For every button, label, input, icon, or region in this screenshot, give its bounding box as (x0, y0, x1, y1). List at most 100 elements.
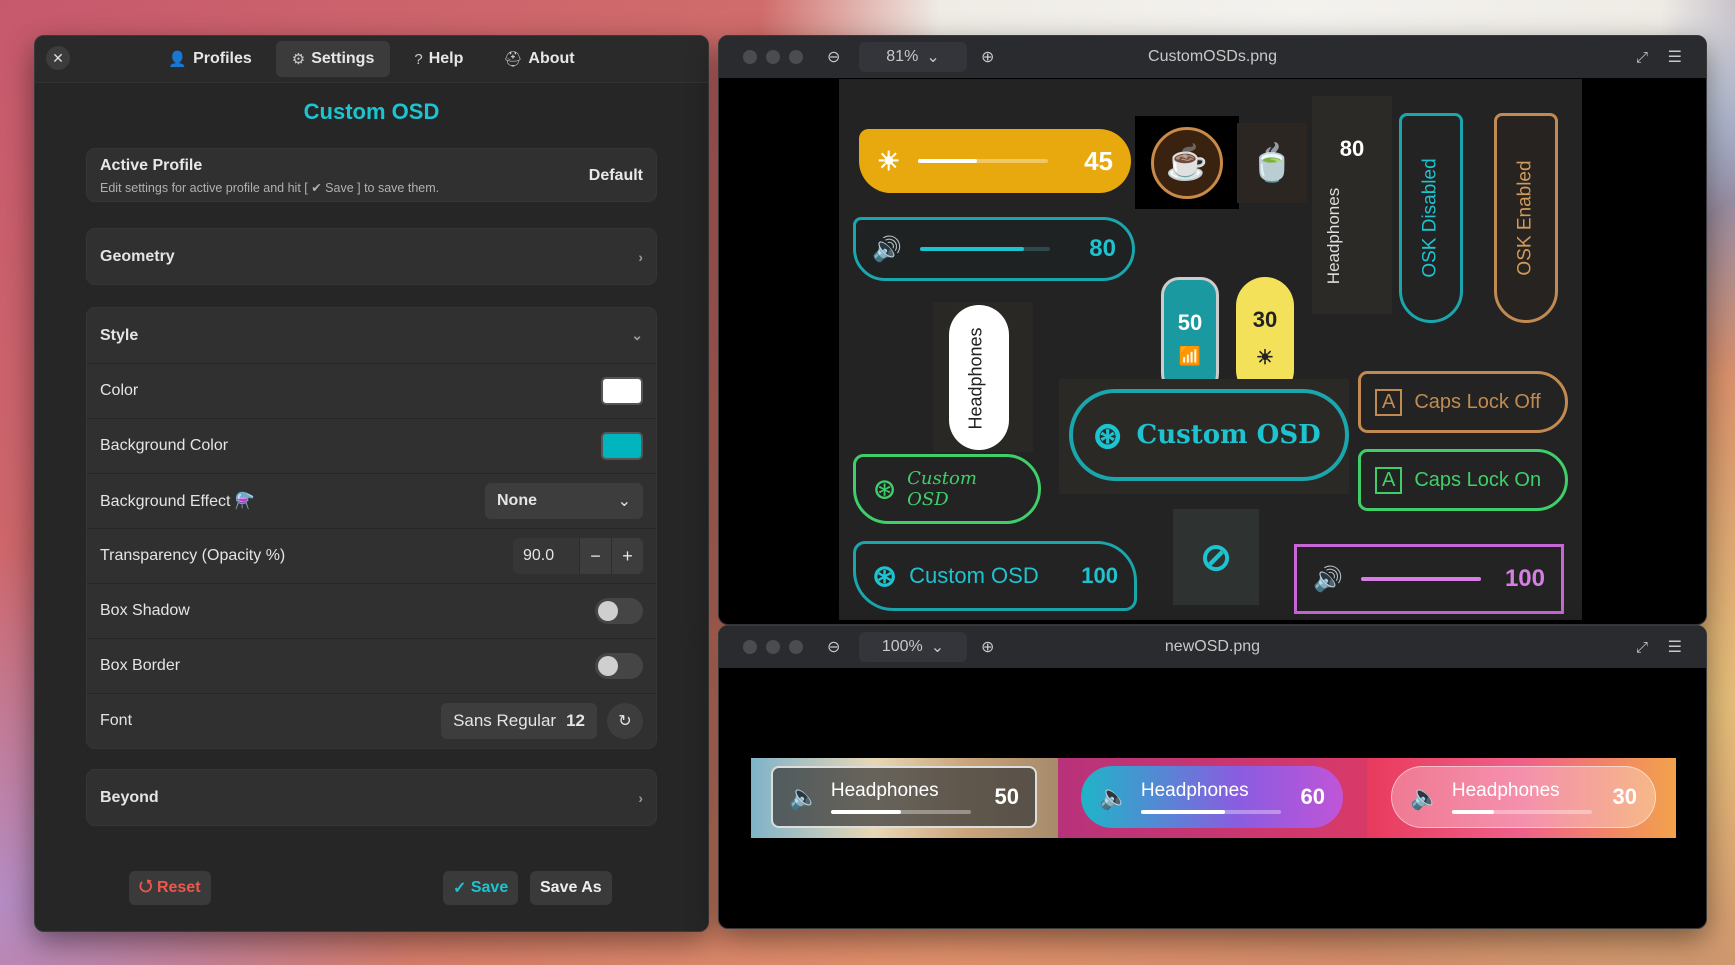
chevron-right-icon: › (638, 789, 643, 806)
style-section: Style ⌄ Color Background Color Background… (86, 307, 657, 749)
color-row: Color (87, 363, 656, 418)
speaker-icon: 🔈 (789, 783, 819, 811)
bg-effect-row: Background Effect ⚗️ None ⌄ (87, 473, 656, 528)
osd-osk-enabled: OSK Enabled (1494, 113, 1558, 323)
osd-custom-script: ⊛ Custom OSD (853, 454, 1041, 524)
active-profile-card: Active Profile Edit settings for active … (86, 148, 657, 202)
page-title: Custom OSD (303, 99, 440, 124)
beyond-header[interactable]: Beyond › (87, 770, 656, 825)
sun-icon: ☀ (877, 145, 901, 176)
close-dot[interactable] (743, 640, 757, 654)
chevron-down-icon: ⌄ (617, 493, 631, 510)
settings-header: ✕ 👤 Profiles ⚙ Settings ? Help ⛑ About (35, 36, 708, 83)
speaker-icon: 🔊 (872, 235, 902, 263)
box-border-row: Box Border (87, 638, 656, 693)
mug-tile: 🍵 (1237, 123, 1307, 203)
wifi-icon: 📶 (1178, 345, 1202, 366)
reset-button[interactable]: ⭯ Reset (129, 871, 211, 905)
tab-profiles[interactable]: 👤 Profiles (152, 41, 267, 77)
transparency-stepper: 90.0− + (513, 538, 643, 574)
box-shadow-row: Box Shadow (87, 583, 656, 638)
bg-color-row: Background Color (87, 418, 656, 473)
profiles-icon: 👤 (168, 51, 188, 68)
chevron-right-icon: › (638, 248, 643, 265)
speaker-icon: 🔈 (1099, 783, 1129, 811)
geometry-section[interactable]: Geometry › (86, 228, 657, 285)
about-icon: ⛑ (503, 51, 523, 68)
reset-font-button[interactable]: ↻ (607, 703, 643, 739)
decrement-button[interactable]: − (579, 538, 611, 574)
active-profile-label: Active Profile (100, 157, 203, 174)
viewer-toolbar: ⊖ 100% ⌄ ⊕ newOSD.png ⤢ ☰ (719, 626, 1706, 668)
caps-icon: A (1375, 388, 1403, 416)
save-button[interactable]: ✓ Save (443, 871, 519, 905)
menu-icon[interactable]: ☰ (1668, 47, 1682, 67)
image-viewer-2: ⊖ 100% ⌄ ⊕ newOSD.png ⤢ ☰ 🔈 Headphones 50… (718, 625, 1707, 929)
viewer-toolbar: ⊖ 81% ⌄ ⊕ CustomOSDs.png ⤢ ☰ (719, 36, 1706, 78)
tab-about[interactable]: ⛑ About (487, 41, 590, 77)
osd-gallery-image: ☀ 45 ☕ 🍵 🔊 80 80 Headphones OSK Disabled… (839, 79, 1582, 620)
zoom-select[interactable]: 100% ⌄ (859, 632, 967, 662)
zoom-out-icon[interactable]: ⊖ (827, 47, 840, 67)
leaf-tile: ⊘ (1173, 509, 1259, 605)
menu-icon[interactable]: ☰ (1668, 637, 1682, 657)
new-osd-strip: 🔈 Headphones 50 🔈 Headphones 60 🔈 Headph… (751, 758, 1676, 838)
expand-icon[interactable]: ⤢ (1636, 49, 1648, 66)
osd-caps-on: A Caps Lock On (1358, 449, 1568, 511)
osd-volume-purple: 🔊 100 (1294, 544, 1564, 614)
new-osd-2: 🔈 Headphones 60 (1081, 766, 1343, 828)
osd-volume: 🔊 80 (853, 217, 1135, 281)
bg-color-swatch[interactable] (601, 432, 643, 460)
new-osd-1: 🔈 Headphones 50 (771, 766, 1037, 828)
check-icon: ✓ (453, 880, 467, 897)
increment-button[interactable]: + (611, 538, 643, 574)
help-icon: ? (414, 50, 423, 68)
tab-help[interactable]: ? Help (398, 41, 479, 77)
tab-settings[interactable]: ⚙ Settings (275, 41, 391, 77)
window-controls (743, 640, 803, 654)
font-button[interactable]: Sans Regular 12 (441, 703, 597, 739)
osd-osk-disabled: OSK Disabled (1399, 113, 1463, 323)
geometry-header[interactable]: Geometry › (87, 229, 656, 284)
speaker-icon: 🔈 (1410, 783, 1440, 811)
logo-icon: ⊛ (872, 471, 898, 507)
close-dot[interactable] (743, 50, 757, 64)
new-osd-3: 🔈 Headphones 30 (1391, 766, 1656, 828)
sun-icon: ☀ (1256, 346, 1274, 369)
box-border-toggle[interactable] (595, 653, 643, 679)
zoom-in-icon[interactable]: ⊕ (981, 47, 994, 67)
osd-custom-small: ⊛ Custom OSD 100 (853, 541, 1137, 611)
close-button[interactable]: ✕ (46, 46, 70, 70)
flask-icon: ⚗️ (234, 493, 255, 510)
minimize-dot[interactable] (766, 640, 780, 654)
transparency-input[interactable]: 90.0 (513, 538, 579, 574)
coffee-icon: ☕ (1151, 126, 1223, 199)
minimize-dot[interactable] (766, 50, 780, 64)
zoom-select[interactable]: 81% ⌄ (859, 42, 967, 72)
image-viewer-1: ⊖ 81% ⌄ ⊕ CustomOSDs.png ⤢ ☰ ☀ 45 ☕ 🍵 🔊 8… (718, 35, 1707, 625)
logo-icon: ⊛ (1091, 411, 1125, 459)
logo-icon: ⊛ (872, 559, 898, 593)
chevron-down-icon: ⌄ (930, 639, 945, 656)
zoom-in-icon[interactable]: ⊕ (981, 637, 994, 657)
color-swatch[interactable] (601, 377, 643, 405)
active-profile-hint: Edit settings for active profile and hit… (100, 181, 440, 195)
expand-icon[interactable]: ⤢ (1636, 639, 1648, 656)
leaf-icon: ⊘ (1200, 536, 1232, 579)
beyond-section[interactable]: Beyond › (86, 769, 657, 826)
chevron-down-icon: ⌄ (631, 327, 643, 343)
style-header[interactable]: Style ⌄ (87, 308, 656, 363)
maximize-dot[interactable] (789, 50, 803, 64)
reset-icon: ⭯ (139, 877, 153, 895)
speaker-icon: 🔊 (1313, 565, 1343, 593)
zoom-out-icon[interactable]: ⊖ (827, 637, 840, 657)
box-shadow-toggle[interactable] (595, 598, 643, 624)
save-as-button[interactable]: Save As (530, 871, 612, 905)
maximize-dot[interactable] (789, 640, 803, 654)
mug-icon: 🍵 (1249, 142, 1295, 183)
osd-brightness: ☀ 45 (859, 129, 1131, 193)
headphones-pill-tile: Headphones (933, 302, 1033, 452)
gear-icon: ⚙ (291, 51, 306, 68)
window-controls (743, 50, 803, 64)
bg-effect-dropdown[interactable]: None ⌄ (485, 483, 643, 519)
